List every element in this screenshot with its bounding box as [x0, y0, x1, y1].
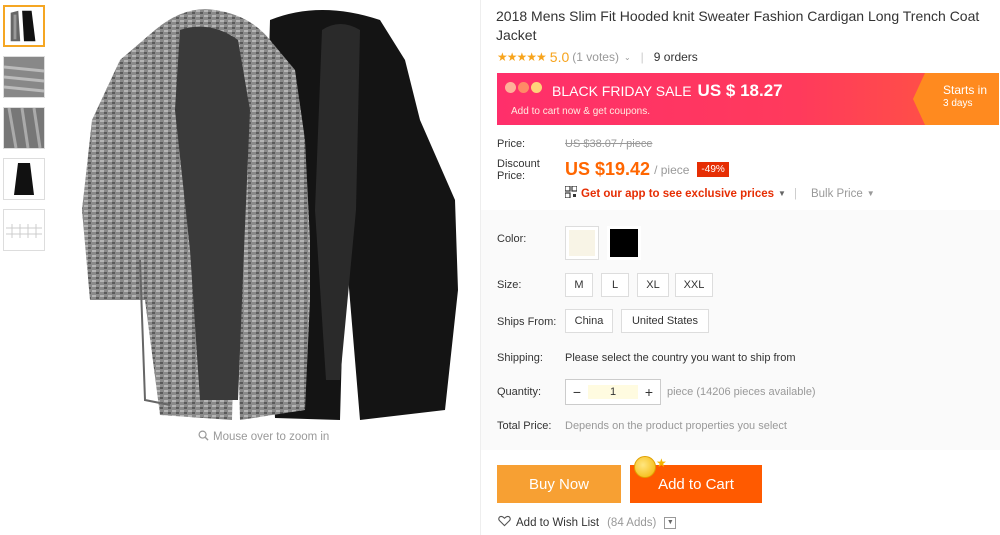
thumbnail-5[interactable] — [3, 209, 45, 251]
black-friday-banner[interactable]: BLACK FRIDAY SALE US $ 18.27 Add to cart… — [497, 73, 999, 125]
heart-icon[interactable] — [498, 515, 511, 530]
thumbnail-4[interactable] — [3, 158, 45, 200]
banner-sale-title: BLACK FRIDAY SALE — [552, 83, 692, 99]
price-label: Price: — [497, 138, 526, 150]
zoom-hint: Mouse over to zoom in — [198, 430, 329, 444]
separator: | — [793, 187, 797, 200]
minus-icon[interactable]: − — [566, 384, 588, 400]
quantity-available: piece (14206 pieces available) — [667, 386, 816, 398]
product-title: 2018 Mens Slim Fit Hooded knit Sweater F… — [496, 8, 980, 43]
banner-subtext: Add to cart now & get coupons. — [511, 106, 650, 117]
swatch-fill — [569, 230, 595, 256]
caret-down-icon[interactable]: ▼ — [778, 189, 786, 198]
thumbnail-list — [3, 5, 47, 260]
product-options-panel: Color: Size: M L XL XXL Ships From: Chin… — [481, 210, 1000, 450]
starts-label: Starts in — [942, 83, 987, 97]
banner-price: US $ 18.27 — [697, 81, 783, 100]
wishlist-count: (84 Adds) — [607, 516, 657, 529]
qr-code-icon — [564, 185, 578, 201]
buy-now-button[interactable]: Buy Now — [497, 465, 621, 503]
magnifier-icon — [198, 430, 209, 444]
rating-stars-icon[interactable]: ★★★★★ — [497, 50, 547, 64]
wishlist-row: Add to Wish List (84 Adds) ▼ — [498, 515, 677, 530]
swatch-fill — [610, 229, 638, 257]
bulk-price-link[interactable]: Bulk Price — [811, 188, 863, 200]
orders-count: 9 orders — [653, 50, 698, 64]
quantity-input[interactable]: 1 — [588, 385, 638, 399]
chevron-down-icon[interactable]: ▼ — [664, 516, 677, 529]
caret-down-icon[interactable]: ▼ — [867, 189, 875, 198]
product-page: Mouse over to zoom in 2018 Mens Slim Fit… — [0, 0, 1000, 535]
zoom-hint-text: Mouse over to zoom in — [213, 431, 330, 443]
banner-headline: BLACK FRIDAY SALE US $ 18.27 — [552, 81, 783, 101]
shipping-label: Shipping: — [497, 352, 543, 364]
size-label: Size: — [497, 279, 522, 291]
rating-votes[interactable]: (1 votes) — [572, 50, 619, 64]
separator: | — [640, 50, 644, 64]
balloons-icon — [505, 82, 542, 93]
ships-from-united-states[interactable]: United States — [621, 309, 709, 333]
ships-from-label: Ships From: — [497, 316, 557, 328]
quantity-stepper: − 1 + — [565, 379, 661, 405]
app-exclusive-link[interactable]: Get our app to see exclusive prices — [581, 188, 774, 200]
add-to-wishlist-link[interactable]: Add to Wish List — [516, 517, 599, 529]
size-option-xxl[interactable]: XXL — [675, 273, 713, 297]
discount-badge: -49% — [697, 162, 729, 177]
size-option-l[interactable]: L — [601, 273, 629, 297]
banner-countdown: Starts in 3 days — [943, 83, 987, 111]
starts-value: 3 days — [942, 98, 973, 109]
color-swatch-black[interactable] — [607, 226, 641, 260]
thumbnail-3[interactable] — [3, 107, 45, 149]
rating-value[interactable]: 5.0 — [550, 49, 569, 65]
ships-from-china[interactable]: China — [565, 309, 613, 333]
discount-price: US $19.42 — [565, 159, 651, 179]
total-price-info: Depends on the product properties you se… — [565, 420, 787, 432]
discount-price-block: US $19.42 / piece -49% — [565, 159, 729, 180]
app-price-row: Get our app to see exclusive prices ▼ | … — [564, 185, 875, 201]
sparkle-icon: ★ — [656, 456, 667, 470]
price-unit: / piece — [654, 162, 690, 177]
thumbnail-1[interactable] — [3, 5, 45, 47]
shipping-info: Please select the country you want to sh… — [565, 352, 796, 364]
size-option-xl[interactable]: XL — [637, 273, 669, 297]
plus-icon[interactable]: + — [638, 384, 660, 400]
discount-price-label: Discount Price: — [497, 158, 540, 182]
color-label: Color: — [497, 233, 527, 245]
coin-icon — [634, 456, 656, 478]
size-option-m[interactable]: M — [565, 273, 593, 297]
chevron-down-icon[interactable]: ⌄ — [624, 53, 631, 62]
main-product-image[interactable] — [60, 0, 475, 425]
thumbnail-2[interactable] — [3, 56, 45, 98]
original-price: US $38.07 / piece — [565, 138, 653, 150]
total-price-label: Total Price: — [497, 420, 552, 432]
color-swatch-cream[interactable] — [565, 226, 599, 260]
rating-row: ★★★★★ 5.0 (1 votes) ⌄ | 9 orders — [497, 49, 698, 65]
quantity-label: Quantity: — [497, 386, 542, 398]
